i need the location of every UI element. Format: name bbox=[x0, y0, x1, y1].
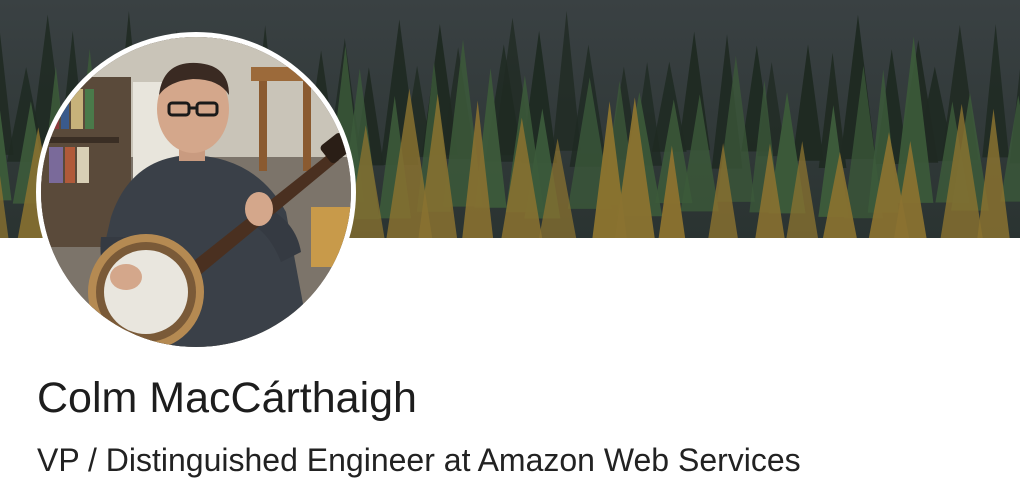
avatar[interactable] bbox=[36, 32, 356, 352]
profile-card: Colm MacCárthaigh VP / Distinguished Eng… bbox=[0, 0, 1020, 496]
profile-name: Colm MacCárthaigh bbox=[37, 374, 417, 422]
person-banjo-icon bbox=[41, 37, 351, 347]
avatar-photo bbox=[41, 37, 351, 347]
profile-headline: VP / Distinguished Engineer at Amazon We… bbox=[37, 442, 801, 478]
